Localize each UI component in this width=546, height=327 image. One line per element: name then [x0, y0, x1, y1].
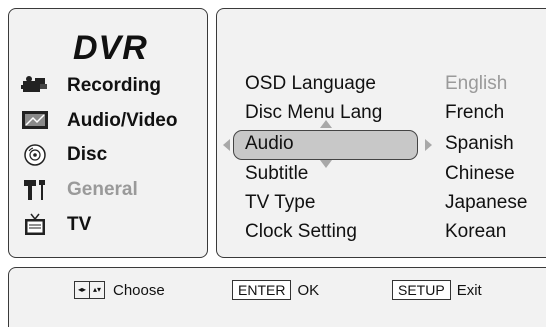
hint-enter: ENTER OK: [232, 279, 319, 301]
setting-row-subtitle[interactable]: Subtitle Chinese: [245, 161, 546, 189]
arrow-right-icon[interactable]: [425, 139, 432, 151]
video-camera-icon: [21, 74, 49, 98]
arrow-left-icon[interactable]: [223, 139, 230, 151]
setting-label: Disc Menu Lang: [245, 102, 383, 123]
arrow-up-icon[interactable]: [320, 120, 332, 128]
setting-row-disc-menu-lang[interactable]: Disc Menu Lang French: [245, 100, 546, 128]
tv-screen-icon: [21, 109, 49, 133]
setting-option[interactable]: Spanish: [445, 133, 514, 155]
settings-panel: OSD Language English Disc Menu Lang Fren…: [216, 8, 546, 258]
hint-label: Choose: [113, 281, 165, 299]
sidebar-item-label: General: [67, 179, 138, 200]
dvr-logo: DVR: [73, 29, 148, 67]
sidebar-item-general[interactable]: General: [21, 176, 138, 204]
sidebar-item-label: TV: [67, 214, 92, 235]
sidebar-item-tv[interactable]: TV: [21, 211, 91, 239]
sidebar-item-disc[interactable]: Disc: [21, 141, 107, 169]
setting-option[interactable]: Japanese: [445, 192, 527, 214]
tools-icon: [21, 178, 49, 202]
sidebar-item-label: Audio/Video: [67, 110, 178, 131]
setting-row-osd-language[interactable]: OSD Language English: [245, 71, 546, 99]
setting-row-clock-setting[interactable]: Clock Setting Korean: [245, 219, 546, 247]
setting-label: Clock Setting: [245, 221, 357, 242]
setting-option[interactable]: French: [445, 102, 504, 124]
setting-row-tv-type[interactable]: TV Type Japanese: [245, 190, 546, 218]
hint-label: OK: [297, 281, 320, 299]
disc-icon: [21, 143, 49, 167]
setting-label: Audio: [245, 133, 294, 154]
setting-label: Subtitle: [245, 163, 309, 184]
setting-label: TV Type: [245, 192, 316, 213]
hint-label: Exit: [456, 281, 482, 299]
setting-option[interactable]: Chinese: [445, 163, 515, 185]
sidebar-item-label: Disc: [67, 144, 108, 165]
tv-antenna-icon: [21, 213, 49, 237]
hint-choose: ◂▸ ▴▾ Choose: [74, 279, 165, 301]
setting-option[interactable]: Korean: [445, 221, 506, 243]
navigation-keys-icon: ◂▸ ▴▾: [74, 281, 105, 299]
sidebar-item-audio-video[interactable]: Audio/Video: [21, 107, 177, 135]
hint-setup: SETUP Exit: [392, 279, 482, 301]
setting-row-audio[interactable]: Audio Spanish: [245, 131, 546, 159]
setting-label: OSD Language: [245, 73, 376, 94]
setting-option[interactable]: English: [445, 73, 507, 95]
sidebar-item-recording[interactable]: Recording: [21, 72, 161, 100]
arrow-down-icon[interactable]: [320, 160, 332, 168]
enter-key[interactable]: ENTER: [232, 280, 292, 300]
setup-key[interactable]: SETUP: [392, 280, 451, 300]
category-sidebar: DVR Recording Audio/Video Disc General T…: [8, 8, 208, 258]
sidebar-item-label: Recording: [67, 75, 161, 96]
